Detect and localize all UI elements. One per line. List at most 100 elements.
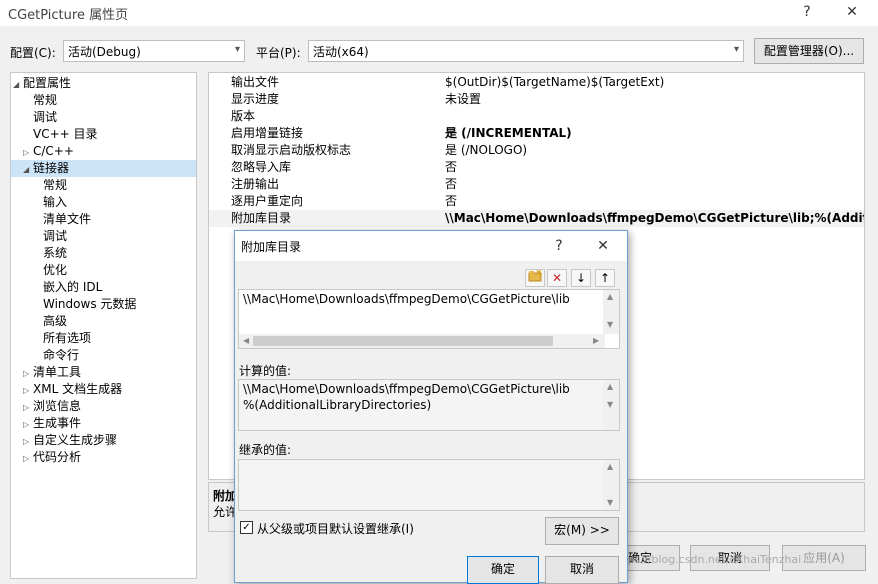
computed-values: \\Mac\Home\Downloads\ffmpegDemo\CGGetPic… <box>238 379 620 431</box>
tree-item-label: 清单工具 <box>33 365 82 379</box>
tree-item[interactable]: 高级 <box>11 313 196 330</box>
property-name: 忽略导入库 <box>231 160 292 174</box>
tree-item-label: 优化 <box>43 263 68 277</box>
tree-item[interactable]: ▷ 浏览信息 <box>11 398 196 415</box>
tree-item[interactable]: ▷ 自定义生成步骤 <box>11 432 196 449</box>
property-row[interactable]: 逐用户重定向 否 <box>209 193 864 210</box>
vertical-scrollbar[interactable]: ▲ ▼ <box>603 290 619 334</box>
tree-item[interactable]: ▷ XML 文档生成器 <box>11 381 196 398</box>
horizontal-scrollbar[interactable]: ◀ ▶ <box>239 334 605 348</box>
tree-item[interactable]: ▷ 生成事件 <box>11 415 196 432</box>
property-value[interactable]: 否 <box>445 159 457 176</box>
dialog-cancel-button[interactable]: 取消 <box>545 556 619 584</box>
move-down-icon[interactable]: ↓ <box>571 269 591 287</box>
tree-item[interactable]: ▷ 清单工具 <box>11 364 196 381</box>
tree-item[interactable]: ◢ 配置属性 <box>11 75 196 92</box>
collapsed-icon[interactable]: ▷ <box>23 144 33 161</box>
tree-item[interactable]: 嵌入的 IDL <box>11 279 196 296</box>
collapsed-icon[interactable]: ▷ <box>23 365 33 382</box>
computed-line: %(AdditionalLibraryDirectories) <box>243 398 432 412</box>
inherit-checkbox-label[interactable]: 从父级或项目默认设置继承(I) <box>257 520 414 537</box>
config-manager-button[interactable]: 配置管理器(O)... <box>754 38 864 64</box>
tree-item[interactable]: 命令行 <box>11 347 196 364</box>
expanded-icon[interactable]: ◢ <box>13 76 23 93</box>
config-dropdown[interactable]: 活动(Debug) ▾ <box>63 40 245 62</box>
tree-item-label: Windows 元数据 <box>43 297 137 311</box>
tree-item[interactable]: 所有选项 <box>11 330 196 347</box>
dialog-help-button[interactable]: ? <box>547 236 571 256</box>
tree-item-label: 命令行 <box>43 348 80 362</box>
property-name: 版本 <box>231 109 256 123</box>
property-value[interactable]: \\Mac\Home\Downloads\ffmpegDemo\CGGetPic… <box>445 210 864 227</box>
tree-item-label: 嵌入的 IDL <box>43 280 103 294</box>
tree-item[interactable]: 清单文件 <box>11 211 196 228</box>
inherit-checkbox[interactable]: ✓ <box>240 521 253 534</box>
vertical-scrollbar[interactable]: ▲ ▼ <box>603 380 619 430</box>
collapsed-icon[interactable]: ▷ <box>23 450 33 467</box>
platform-dropdown[interactable]: 活动(x64) ▾ <box>308 40 744 62</box>
collapsed-icon[interactable]: ▷ <box>23 416 33 433</box>
tree-item[interactable]: ◢ 链接器 <box>11 160 196 177</box>
property-name: 取消显示启动版权标志 <box>231 143 352 157</box>
tree-item[interactable]: 优化 <box>11 262 196 279</box>
chevron-down-icon: ▾ <box>733 44 739 55</box>
dialog-ok-button[interactable]: 确定 <box>467 556 539 584</box>
tree-item-label: 系统 <box>43 246 68 260</box>
property-name: 启用增量链接 <box>231 126 304 140</box>
collapsed-icon[interactable]: ▷ <box>23 382 33 399</box>
tree-item[interactable]: ▷ 代码分析 <box>11 449 196 466</box>
property-row[interactable]: 版本 <box>209 108 864 125</box>
collapsed-icon[interactable]: ▷ <box>23 433 33 450</box>
vertical-scrollbar[interactable]: ▲ ▼ <box>603 460 619 510</box>
help-button[interactable]: ? <box>795 2 819 22</box>
tree-item[interactable]: Windows 元数据 <box>11 296 196 313</box>
property-value[interactable]: 否 <box>445 193 457 210</box>
property-row[interactable]: 启用增量链接 是 (/INCREMENTAL) <box>209 125 864 142</box>
list-item[interactable]: \\Mac\Home\Downloads\ffmpegDemo\CGGetPic… <box>243 292 570 306</box>
property-row[interactable]: 忽略导入库 否 <box>209 159 864 176</box>
tree-item[interactable]: 系统 <box>11 245 196 262</box>
property-row[interactable]: 输出文件 $(OutDir)$(TargetName)$(TargetExt) <box>209 74 864 91</box>
inherited-values: ▲ ▼ <box>238 459 620 511</box>
property-name: 显示进度 <box>231 92 280 106</box>
computed-label: 计算的值: <box>239 364 292 378</box>
tree-item[interactable]: 调试 <box>11 109 196 126</box>
delete-icon[interactable]: ✕ <box>547 269 567 287</box>
close-button[interactable]: ✕ <box>840 2 864 22</box>
property-name: 附加库目录 <box>231 211 292 225</box>
tree-item[interactable]: 调试 <box>11 228 196 245</box>
new-folder-icon[interactable] <box>525 269 545 287</box>
move-up-icon[interactable]: ↑ <box>595 269 615 287</box>
tree-item-label: 所有选项 <box>43 331 92 345</box>
macro-button[interactable]: 宏(M) >> <box>545 517 619 545</box>
tree-item-label: 链接器 <box>33 161 70 175</box>
property-value[interactable]: 是 (/INCREMENTAL) <box>445 125 572 142</box>
expanded-icon[interactable]: ◢ <box>23 161 33 178</box>
tree-item[interactable]: 输入 <box>11 194 196 211</box>
collapsed-icon[interactable]: ▷ <box>23 399 33 416</box>
additional-library-dirs-dialog: 附加库目录 ? ✕ ✕ ↓ ↑ \\Mac\Home\Downloads\ffm… <box>234 230 628 584</box>
property-value[interactable]: 是 (/NOLOGO) <box>445 142 527 159</box>
tree-item[interactable]: 常规 <box>11 177 196 194</box>
property-row[interactable]: 注册输出 否 <box>209 176 864 193</box>
tree-item-label: 调试 <box>43 229 68 243</box>
tree-item-label: 自定义生成步骤 <box>33 433 118 447</box>
property-row[interactable]: 取消显示启动版权标志 是 (/NOLOGO) <box>209 142 864 159</box>
property-tree: ◢ 配置属性 常规 调试 VC++ 目录 ▷ C/C++ ◢ 链接器 常规 输入 清单文件 调试 系统 优化… <box>10 72 197 579</box>
property-value[interactable]: 未设置 <box>445 91 481 108</box>
tree-item[interactable]: VC++ 目录 <box>11 126 196 143</box>
platform-label: 平台(P): <box>256 46 301 60</box>
dialog-close-button[interactable]: ✕ <box>591 236 615 256</box>
tree-item[interactable]: ▷ C/C++ <box>11 143 196 160</box>
tree-item-label: XML 文档生成器 <box>33 382 123 396</box>
directory-list[interactable]: \\Mac\Home\Downloads\ffmpegDemo\CGGetPic… <box>238 289 620 349</box>
inherited-label: 继承的值: <box>239 443 292 457</box>
property-row[interactable]: 显示进度 未设置 <box>209 91 864 108</box>
property-value[interactable]: 否 <box>445 176 457 193</box>
property-value[interactable]: $(OutDir)$(TargetName)$(TargetExt) <box>445 74 664 91</box>
tree-item-label: C/C++ <box>33 144 74 158</box>
scroll-thumb[interactable] <box>253 336 553 346</box>
dialog-title: 附加库目录 <box>241 240 302 254</box>
property-row[interactable]: 附加库目录 \\Mac\Home\Downloads\ffmpegDemo\CGG… <box>209 210 864 227</box>
tree-item[interactable]: 常规 <box>11 92 196 109</box>
